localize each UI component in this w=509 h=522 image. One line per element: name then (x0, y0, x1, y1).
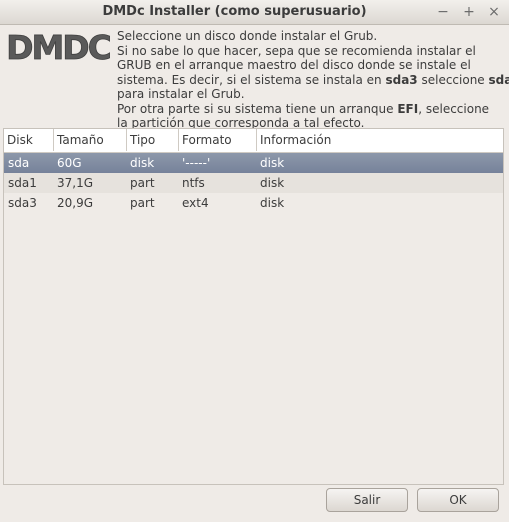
cell-disk: sda1 (8, 176, 37, 190)
cell-format: ext4 (182, 196, 209, 210)
ok-button[interactable]: OK (417, 488, 499, 512)
table-row[interactable]: sda 60G disk '-----' disk (4, 153, 503, 173)
table-row[interactable]: sda1 37,1G part ntfs disk (4, 173, 503, 193)
cell-type: disk (130, 156, 155, 170)
disk-table[interactable]: Disk Tamaño Tipo Formato Información sda… (3, 128, 504, 485)
table-header: Disk Tamaño Tipo Formato Información (4, 129, 503, 153)
info-line: sistema. Es decir, si el sistema se inst… (117, 72, 509, 87)
installer-window: DMDc Installer (como superusuario) − + ×… (0, 0, 509, 522)
cell-info: disk (260, 196, 285, 210)
cell-disk: sda (8, 156, 30, 170)
cell-format: ntfs (182, 176, 205, 190)
cell-info: disk (260, 176, 285, 190)
column-header-disk[interactable]: Disk (4, 129, 52, 151)
logo-text: DMDC (6, 30, 110, 64)
column-header-size[interactable]: Tamaño (53, 129, 125, 151)
column-header-format[interactable]: Formato (178, 129, 255, 151)
minimize-icon[interactable]: − (433, 2, 453, 22)
cell-disk: sda3 (8, 196, 37, 210)
cell-size: 20,9G (57, 196, 94, 210)
cell-format: '-----' (182, 156, 211, 170)
maximize-icon[interactable]: + (459, 2, 479, 22)
info-line: Por otra parte si su sistema tiene un ar… (117, 101, 490, 116)
info-line: Si no sabe lo que hacer, sepa que se rec… (117, 43, 476, 58)
table-row[interactable]: sda3 20,9G part ext4 disk (4, 193, 503, 213)
info-line: Seleccione un disco donde instalar el Gr… (117, 29, 378, 43)
cell-type: part (130, 196, 155, 210)
column-header-type[interactable]: Tipo (126, 129, 177, 151)
close-icon[interactable]: × (484, 2, 504, 22)
column-header-info[interactable]: Información (256, 129, 503, 151)
grub-instructions: Seleccione un disco donde instalar el Gr… (117, 29, 509, 131)
info-line: GRUB en el arranque maestro del disco do… (117, 58, 471, 72)
cell-size: 37,1G (57, 176, 94, 190)
title-bar[interactable]: DMDc Installer (como superusuario) − + × (0, 0, 509, 25)
cell-type: part (130, 176, 155, 190)
dmdc-logo: DMDC (6, 30, 110, 64)
cell-size: 60G (57, 156, 82, 170)
cell-info: disk (260, 156, 285, 170)
info-line: para instalar el Grub. (117, 87, 245, 101)
exit-button[interactable]: Salir (326, 488, 408, 512)
